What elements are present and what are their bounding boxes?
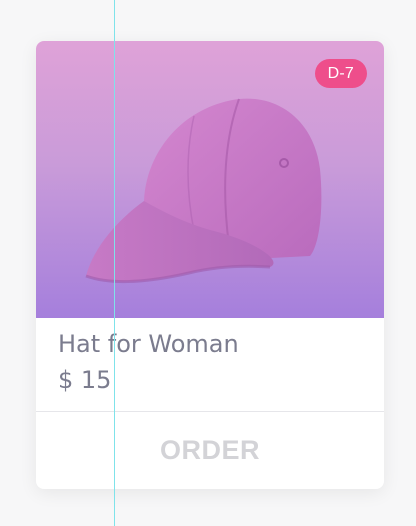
guide-line (114, 0, 115, 526)
product-price: $ 15 (58, 366, 112, 394)
status-badge: D-7 (314, 59, 367, 88)
order-button[interactable]: ORDER (36, 412, 384, 489)
cap-image (85, 98, 322, 284)
product-card[interactable]: D-7 Hat for Woman $ 15 ORDER (36, 41, 384, 489)
product-title: Hat for Woman (58, 330, 239, 358)
product-image: D-7 (36, 41, 384, 318)
